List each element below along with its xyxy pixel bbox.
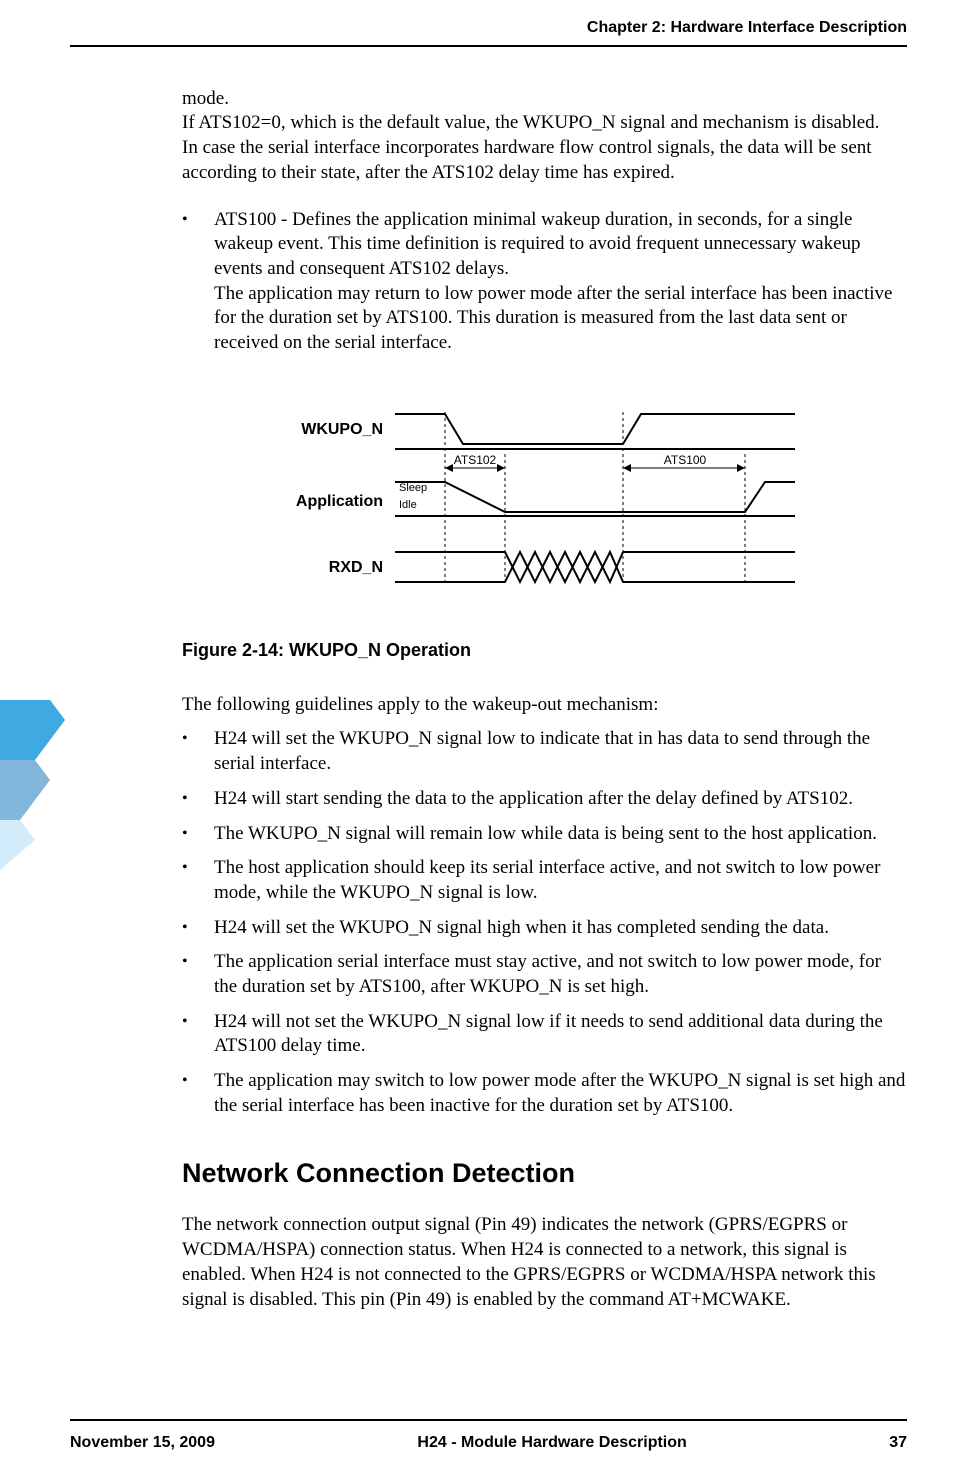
- guideline-6: The application serial interface must st…: [214, 950, 907, 999]
- guideline-2: H24 will start sending the data to the a…: [214, 787, 907, 812]
- page-footer: November 15, 2009 H24 - Module Hardware …: [70, 1419, 907, 1454]
- footer-date: November 15, 2009: [70, 1433, 215, 1454]
- bullet-icon: •: [182, 208, 214, 356]
- list-item: •The host application should keep its se…: [182, 856, 907, 905]
- diagram-label-ats100: ATS100: [663, 453, 706, 467]
- guideline-3: The WKUPO_N signal will remain low while…: [214, 822, 907, 847]
- diagram-label-rxd: RXD_N: [328, 559, 382, 576]
- bullet-icon: •: [182, 1010, 214, 1059]
- guideline-4: The host application should keep its ser…: [214, 856, 907, 905]
- timing-diagram: WKUPO_N ATS102 ATS100 Application Sl: [275, 394, 815, 618]
- page-header: Chapter 2: Hardware Interface Descriptio…: [70, 18, 907, 47]
- list-item: •The application may switch to low power…: [182, 1069, 907, 1118]
- mode-line-2: If ATS102=0, which is the default value,…: [182, 112, 879, 133]
- guideline-1: H24 will set the WKUPO_N signal low to i…: [214, 727, 907, 776]
- bullet-icon: •: [182, 822, 214, 847]
- chapter-label: Chapter 2: Hardware Interface Descriptio…: [587, 18, 907, 39]
- guideline-8: The application may switch to low power …: [214, 1069, 907, 1118]
- diagram-label-sleep: Sleep: [399, 482, 427, 494]
- bullet-icon: •: [182, 856, 214, 905]
- list-item: •H24 will start sending the data to the …: [182, 787, 907, 812]
- diagram-label-application: Application: [295, 493, 382, 510]
- bullet-icon: •: [182, 950, 214, 999]
- network-paragraph: The network connection output signal (Pi…: [182, 1213, 907, 1312]
- bullet-icon: •: [182, 916, 214, 941]
- footer-page-number: 37: [889, 1433, 907, 1454]
- list-item: •The WKUPO_N signal will remain low whil…: [182, 822, 907, 847]
- continuation-paragraph: mode. If ATS102=0, which is the default …: [182, 87, 907, 186]
- diagram-label-ats102: ATS102: [453, 453, 496, 467]
- list-item: •H24 will set the WKUPO_N signal low to …: [182, 727, 907, 776]
- heading-network-connection-detection: Network Connection Detection: [182, 1156, 907, 1191]
- mode-line-1: mode.: [182, 88, 229, 109]
- figure-2-14: WKUPO_N ATS102 ATS100 Application Sl: [182, 394, 907, 626]
- bullet-ats100-text-b: The application may return to low power …: [214, 282, 907, 356]
- bullet-icon: •: [182, 1069, 214, 1118]
- bullet-icon: •: [182, 787, 214, 812]
- footer-title: H24 - Module Hardware Description: [417, 1433, 686, 1454]
- guideline-5: H24 will set the WKUPO_N signal high whe…: [214, 916, 907, 941]
- guidelines-intro: The following guidelines apply to the wa…: [182, 693, 907, 718]
- guideline-7: H24 will not set the WKUPO_N signal low …: [214, 1010, 907, 1059]
- guidelines-list: •H24 will set the WKUPO_N signal low to …: [182, 727, 907, 1118]
- bullet-ats100-text-a: ATS100 - Defines the application minimal…: [214, 208, 907, 282]
- bullet-icon: •: [182, 727, 214, 776]
- diagram-label-wkupo: WKUPO_N: [301, 421, 383, 438]
- figure-caption: Figure 2-14: WKUPO_N Operation: [182, 639, 907, 662]
- list-item: •H24 will set the WKUPO_N signal high wh…: [182, 916, 907, 941]
- diagram-label-idle: Idle: [399, 499, 417, 511]
- list-item: •H24 will not set the WKUPO_N signal low…: [182, 1010, 907, 1059]
- bullet-ats100: • ATS100 - Defines the application minim…: [182, 208, 907, 356]
- mode-line-3: In case the serial interface incorporate…: [182, 137, 872, 183]
- list-item: •The application serial interface must s…: [182, 950, 907, 999]
